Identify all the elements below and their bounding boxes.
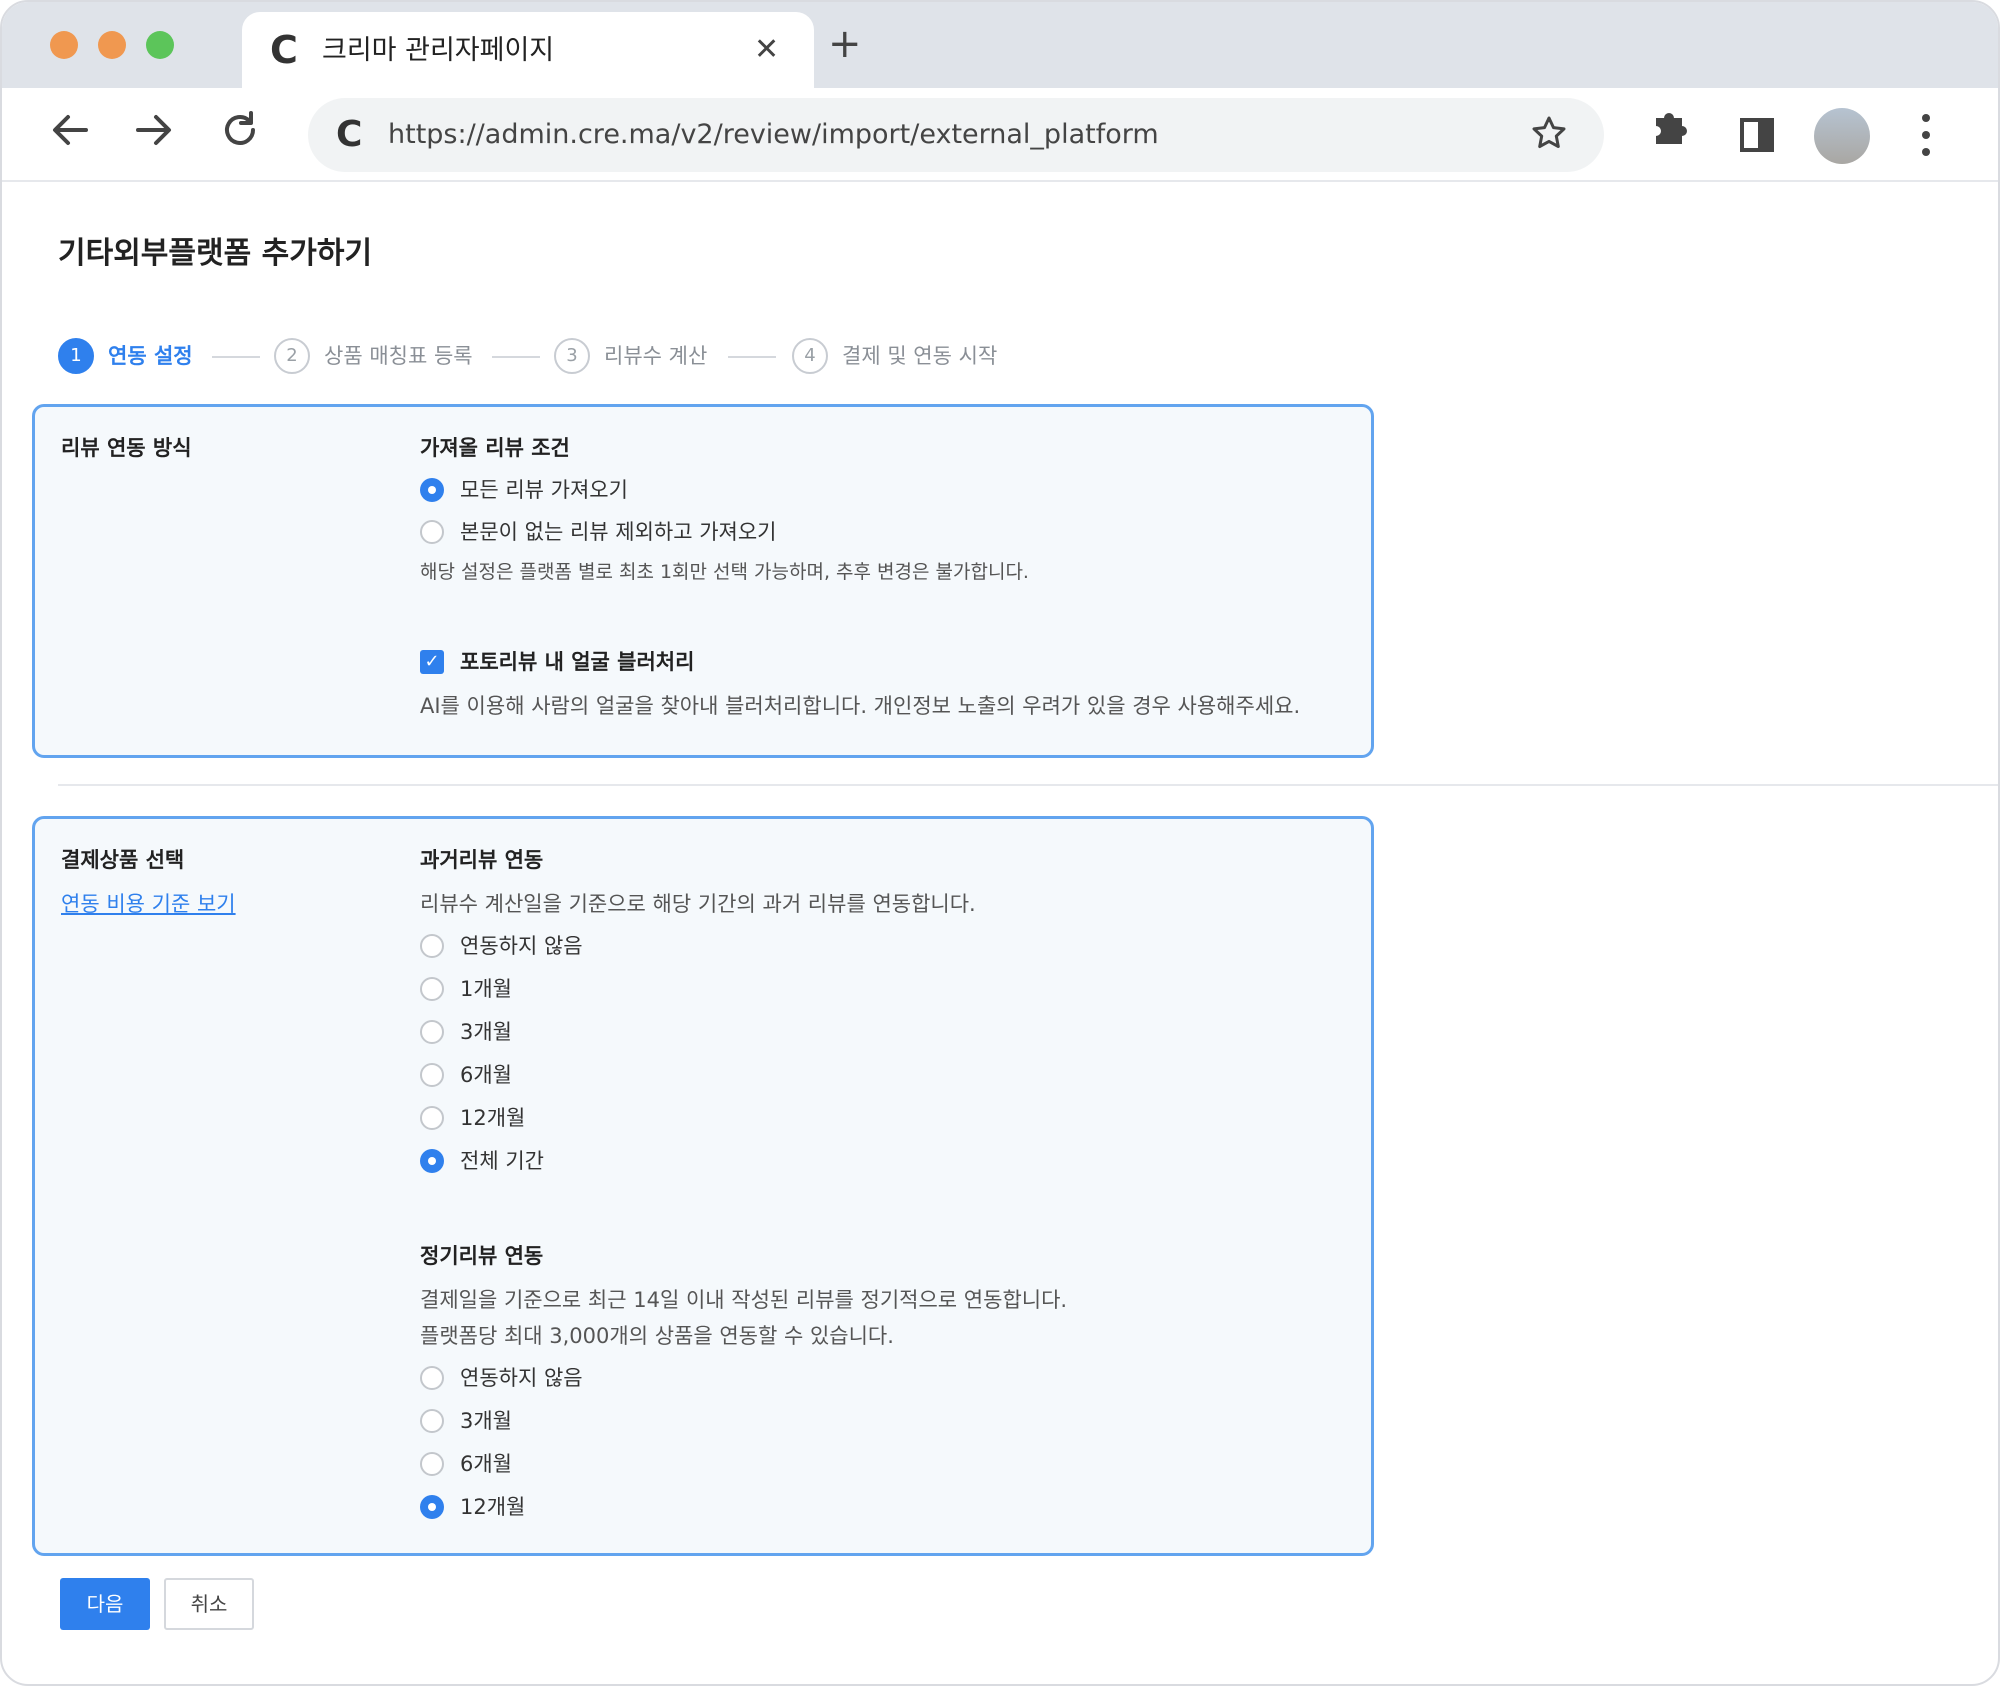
radio-button[interactable] — [420, 1106, 444, 1130]
step-number: 3 — [554, 338, 590, 374]
puzzle-icon[interactable] — [1650, 104, 1694, 160]
back-arrow-icon[interactable] — [48, 108, 92, 164]
option-label: 3개월 — [460, 1020, 513, 1044]
radio-button[interactable] — [420, 977, 444, 1001]
option-label: 6개월 — [460, 1452, 513, 1476]
browser-toolbar: C https://admin.cre.ma/v2/review/import/… — [2, 88, 1998, 182]
address-bar[interactable]: C https://admin.cre.ma/v2/review/import/… — [308, 98, 1604, 172]
condition-title: 가져올 리뷰 조건 — [420, 436, 570, 460]
radio-button[interactable] — [420, 478, 444, 502]
side-panel-icon[interactable] — [1740, 118, 1774, 152]
cancel-button[interactable]: 취소 — [164, 1578, 254, 1630]
tab-title: 크리마 관리자페이지 — [322, 35, 555, 66]
radio-button[interactable] — [420, 1020, 444, 1044]
option-label: 12개월 — [460, 1495, 526, 1519]
blur-note: AI를 이용해 사람의 얼굴을 찾아내 블러처리합니다. 개인정보 노출의 우려… — [420, 694, 1301, 718]
checkbox-label: 포토리뷰 내 얼굴 블러처리 — [460, 650, 695, 674]
step-label: 결제 및 연동 시작 — [842, 344, 998, 368]
step-number: 1 — [58, 338, 94, 374]
radio-button[interactable] — [420, 1452, 444, 1476]
radio-button[interactable] — [420, 1495, 444, 1519]
radio-button[interactable] — [420, 1063, 444, 1087]
minimize-window-button[interactable] — [98, 31, 126, 59]
browser-tab[interactable]: C 크리마 관리자페이지 ✕ — [242, 12, 814, 88]
radio-button[interactable] — [420, 520, 444, 544]
new-tab-button[interactable]: + — [828, 24, 862, 64]
past-review-title: 과거리뷰 연동 — [420, 848, 544, 872]
product-selection-panel: 결제상품 선택 연동 비용 기준 보기 과거리뷰 연동 리뷰수 계산일을 기준으… — [32, 816, 1374, 1556]
profile-avatar[interactable] — [1814, 108, 1870, 164]
option-label: 1개월 — [460, 977, 513, 1001]
cost-criteria-link[interactable]: 연동 비용 기준 보기 — [61, 889, 236, 919]
option-label: 연동하지 않음 — [460, 1366, 583, 1390]
condition-note: 해당 설정은 플랫폼 별로 최초 1회만 선택 가능하며, 추후 변경은 불가합… — [420, 561, 1029, 583]
radio-button[interactable] — [420, 934, 444, 958]
checkbox-checked-icon[interactable]: ✓ — [420, 650, 444, 674]
radio-button[interactable] — [420, 1149, 444, 1173]
option-label: 12개월 — [460, 1106, 526, 1130]
kebab-menu-icon[interactable] — [1922, 114, 1932, 158]
browser-window: C 크리마 관리자페이지 ✕ + C https://admin.cre.ma/… — [0, 0, 2000, 1686]
step-connector — [728, 356, 776, 358]
next-button[interactable]: 다음 — [60, 1578, 150, 1630]
radio-button[interactable] — [420, 1409, 444, 1433]
forward-arrow-icon[interactable] — [132, 108, 176, 164]
step-connector — [492, 356, 540, 358]
reload-icon[interactable] — [218, 108, 262, 164]
past-review-desc: 리뷰수 계산일을 기준으로 해당 기간의 과거 리뷰를 연동합니다. — [420, 892, 976, 916]
star-icon[interactable] — [1530, 114, 1568, 162]
url-text[interactable]: https://admin.cre.ma/v2/review/import/ex… — [388, 118, 1159, 152]
regular-review-limit: 플랫폼당 최대 3,000개의 상품을 연동할 수 있습니다. — [420, 1324, 894, 1348]
option-label: 전체 기간 — [460, 1149, 544, 1173]
option-label: 모든 리뷰 가져오기 — [460, 478, 628, 502]
page-title: 기타외부플랫폼 추가하기 — [58, 236, 373, 271]
radio-button[interactable] — [420, 1366, 444, 1390]
close-tab-icon[interactable]: ✕ — [754, 30, 779, 70]
step-label: 리뷰수 계산 — [604, 344, 708, 368]
step-label: 연동 설정 — [108, 344, 193, 368]
tab-strip: C 크리마 관리자페이지 ✕ + — [2, 2, 1998, 88]
step-number: 4 — [792, 338, 828, 374]
regular-review-title: 정기리뷰 연동 — [420, 1244, 544, 1268]
section-label: 리뷰 연동 방식 — [61, 436, 192, 460]
close-window-button[interactable] — [50, 31, 78, 59]
crema-favicon-icon: C — [270, 28, 298, 72]
step-label: 상품 매칭표 등록 — [324, 344, 473, 368]
step-connector — [212, 356, 260, 358]
option-label: 본문이 없는 리뷰 제외하고 가져오기 — [460, 520, 777, 544]
review-import-method-panel: 리뷰 연동 방식 가져올 리뷰 조건 모든 리뷰 가져오기 본문이 없는 리뷰 … — [32, 404, 1374, 758]
maximize-window-button[interactable] — [146, 31, 174, 59]
option-label: 연동하지 않음 — [460, 934, 583, 958]
section-label: 결제상품 선택 — [61, 848, 185, 872]
option-label: 6개월 — [460, 1063, 513, 1087]
option-label: 3개월 — [460, 1409, 513, 1433]
site-favicon-icon: C — [336, 114, 363, 155]
step-number: 2 — [274, 338, 310, 374]
regular-review-desc: 결제일을 기준으로 최근 14일 이내 작성된 리뷰를 정기적으로 연동합니다. — [420, 1288, 1068, 1312]
section-divider — [58, 784, 1998, 786]
